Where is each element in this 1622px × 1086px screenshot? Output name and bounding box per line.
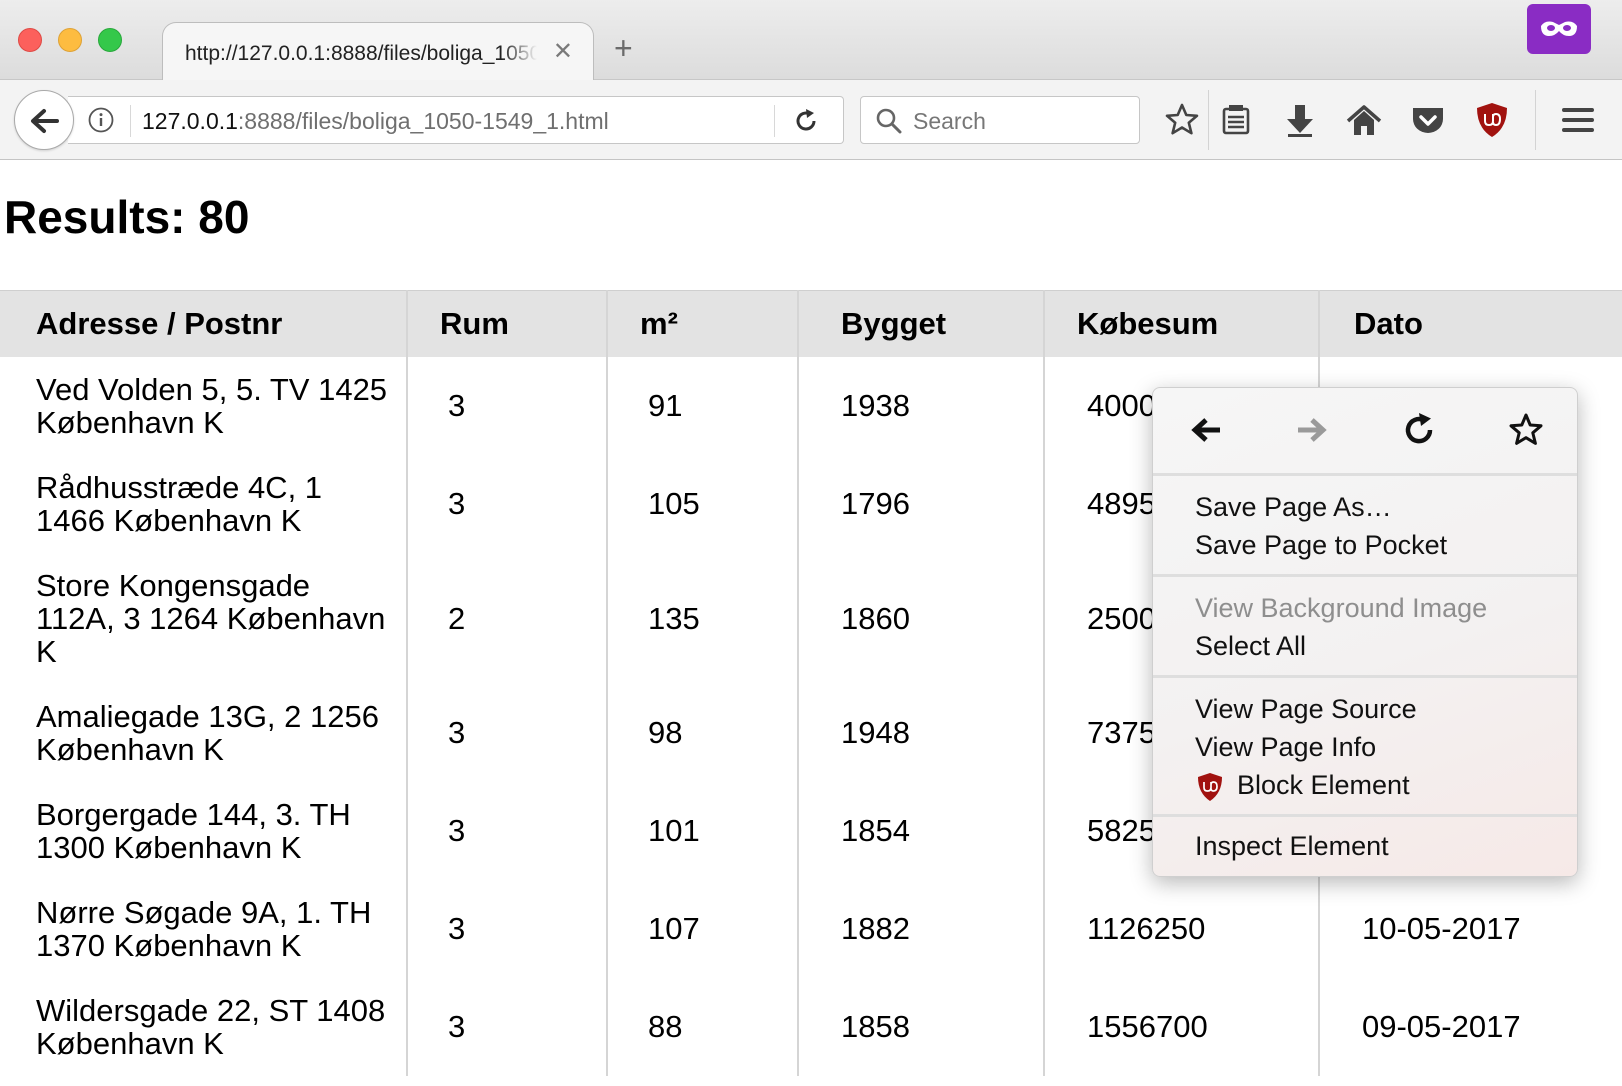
reload-icon[interactable] — [792, 107, 820, 135]
context-menu-group-selection: View Background Image Select All — [1153, 577, 1577, 678]
menu-item-save-page-as[interactable]: Save Page As… — [1153, 488, 1577, 526]
back-arrow-icon[interactable] — [1188, 412, 1224, 448]
ublock-origin-icon[interactable] — [1472, 100, 1512, 140]
browser-tab[interactable]: http://127.0.0.1:8888/files/boliga_1050-… — [162, 22, 594, 81]
back-button[interactable] — [14, 90, 74, 150]
cell-rooms: 3 — [406, 454, 607, 553]
cell-address: Rådhusstræde 4C, 1 1466 København K — [36, 469, 323, 538]
private-mask-extension-button[interactable] — [1527, 4, 1591, 54]
cell-area: 107 — [606, 879, 798, 978]
cell-area: 101 — [606, 781, 798, 880]
cell-built: 1796 — [797, 454, 1044, 553]
tab-close-icon[interactable]: ✕ — [553, 37, 573, 66]
hamburger-menu-icon[interactable] — [1558, 100, 1598, 140]
column-header-address: Adresse / Postnr — [0, 290, 407, 357]
url-separator — [130, 105, 131, 137]
pocket-icon[interactable] — [1408, 100, 1448, 140]
cell-rooms: 3 — [406, 977, 607, 1076]
menu-item-save-to-pocket[interactable]: Save Page to Pocket — [1153, 526, 1577, 564]
download-icon[interactable] — [1280, 100, 1320, 140]
toolbar-separator — [1535, 90, 1536, 150]
cell-area: 88 — [606, 977, 798, 1076]
table-row: Nørre Søgade 9A, 1. TH 1370 København K … — [0, 879, 1622, 978]
menu-item-view-page-info[interactable]: View Page Info — [1153, 728, 1577, 766]
context-menu-nav — [1153, 388, 1577, 476]
column-header-rooms: Rum — [406, 290, 607, 357]
cell-rooms: 3 — [406, 683, 607, 782]
cell-rooms: 3 — [406, 356, 607, 455]
forward-arrow-icon — [1298, 418, 1327, 442]
cell-address: Wildersgade 22, ST 1408 København K — [36, 992, 386, 1061]
url-bar[interactable]: 127.0.0.1:8888/files/boliga_1050-1549_1.… — [68, 96, 844, 144]
menu-item-view-background-image: View Background Image — [1195, 593, 1488, 623]
cell-built: 1882 — [797, 879, 1044, 978]
navigation-toolbar: 127.0.0.1:8888/files/boliga_1050-1549_1.… — [0, 80, 1622, 160]
new-tab-button[interactable]: + — [614, 32, 633, 64]
menu-item-block-element[interactable]: Block Element — [1153, 766, 1577, 804]
context-menu-group-inspect: Inspect Element — [1153, 817, 1577, 875]
results-heading: Results: 80 — [4, 191, 250, 243]
cell-area: 98 — [606, 683, 798, 782]
cell-date: 10-05-2017 — [1318, 879, 1622, 978]
bookmarks-menu-icon[interactable] — [1216, 100, 1256, 140]
context-menu-group-page: View Page Source View Page Info Block El… — [1153, 678, 1577, 817]
mask-icon — [1541, 21, 1577, 36]
url-text[interactable]: 127.0.0.1:8888/files/boliga_1050-1549_1.… — [142, 108, 609, 135]
cell-price: 1556700 — [1043, 977, 1319, 1076]
cell-address: Borgergade 144, 3. TH 1300 København K — [36, 796, 351, 865]
table-header-row: Adresse / Postnr Rum m² Bygget Købesum D… — [0, 290, 1622, 357]
cell-built: 1860 — [797, 552, 1044, 684]
back-arrow-icon — [31, 109, 59, 133]
cell-area: 135 — [606, 552, 798, 684]
cell-rooms: 3 — [406, 781, 607, 880]
toolbar-separator — [1208, 90, 1209, 150]
window-zoom-button[interactable] — [98, 28, 122, 52]
reload-separator — [774, 105, 775, 137]
cell-built: 1938 — [797, 356, 1044, 455]
cell-area: 105 — [606, 454, 798, 553]
column-header-built: Bygget — [797, 290, 1044, 357]
search-bar[interactable]: Search — [860, 96, 1140, 144]
cell-built: 1948 — [797, 683, 1044, 782]
menu-item-view-page-source[interactable]: View Page Source — [1153, 690, 1577, 728]
cell-address: Nørre Søgade 9A, 1. TH 1370 København K — [36, 894, 372, 963]
column-header-date: Dato — [1318, 290, 1622, 357]
search-placeholder: Search — [913, 108, 986, 134]
cell-date: 09-05-2017 — [1318, 977, 1622, 1076]
cell-rooms: 3 — [406, 879, 607, 978]
column-header-area: m² — [606, 290, 798, 357]
url-path: :8888/files/boliga_1050-1549_1.html — [237, 108, 609, 134]
site-info-icon[interactable] — [88, 107, 114, 133]
window-minimize-button[interactable] — [58, 28, 82, 52]
menu-item-inspect-element[interactable]: Inspect Element — [1153, 827, 1577, 865]
cell-address: Amaliegade 13G, 2 1256 København K — [36, 698, 379, 767]
bookmark-star-icon[interactable] — [1162, 100, 1202, 140]
tab-bar: http://127.0.0.1:8888/files/boliga_1050-… — [0, 0, 1622, 81]
cell-rooms: 2 — [406, 552, 607, 684]
context-menu-group-save: Save Page As… Save Page to Pocket — [1153, 476, 1577, 577]
reload-icon[interactable] — [1401, 412, 1437, 448]
column-header-price: Købesum — [1043, 290, 1319, 357]
bookmark-star-icon[interactable] — [1508, 412, 1544, 448]
ublock-origin-icon — [1198, 773, 1222, 801]
home-icon[interactable] — [1344, 100, 1384, 140]
menu-item-select-all[interactable]: Select All — [1153, 627, 1577, 665]
cell-built: 1854 — [797, 781, 1044, 880]
window-close-button[interactable] — [18, 28, 42, 52]
search-icon — [876, 108, 902, 134]
tab-title: http://127.0.0.1:8888/files/boliga_1050-… — [185, 42, 537, 65]
menu-item-block-element-label: Block Element — [1237, 770, 1410, 800]
cell-price: 1126250 — [1043, 879, 1319, 978]
table-row: Wildersgade 22, ST 1408 København K 3 88… — [0, 977, 1622, 1076]
cell-address: Store Kongensgade 112A, 3 1264 København… — [36, 567, 386, 669]
cell-address: Ved Volden 5, 5. TV 1425 København K — [36, 371, 388, 440]
context-menu: Save Page As… Save Page to Pocket View B… — [1152, 387, 1578, 877]
url-host: 127.0.0.1 — [142, 108, 238, 134]
cell-built: 1858 — [797, 977, 1044, 1076]
cell-area: 91 — [606, 356, 798, 455]
